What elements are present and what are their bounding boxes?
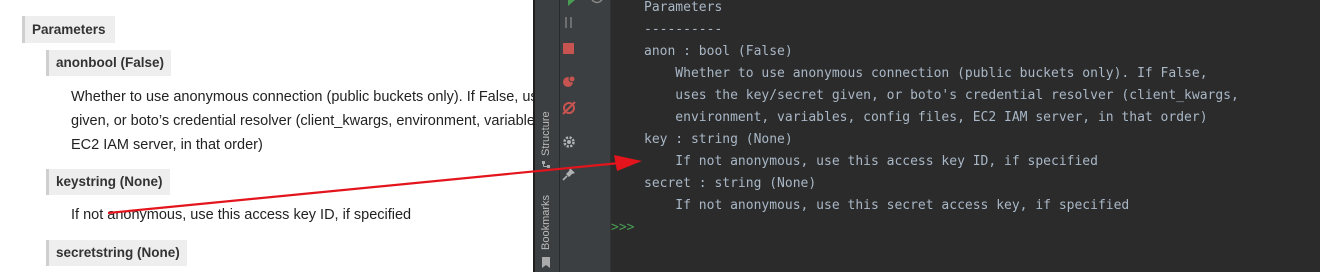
structure-tab[interactable]: Structure bbox=[540, 111, 552, 156]
console-line: uses the key/secret given, or boto's cre… bbox=[644, 88, 1239, 103]
bookmark-icon bbox=[542, 257, 550, 268]
documentation-panel: Parameters anonbool (False) Whether to u… bbox=[0, 0, 533, 272]
stop-icon[interactable] bbox=[562, 42, 576, 56]
console-line: secret : string (None) bbox=[644, 176, 817, 191]
pause-icon[interactable] bbox=[562, 16, 576, 30]
settings-gear-icon[interactable] bbox=[561, 134, 577, 150]
param-anon-desc-line-2: given, or boto’s credential resolver (cl… bbox=[71, 113, 533, 129]
structure-icon bbox=[542, 161, 550, 168]
param-anon-desc-line-1: Whether to use anonymous connection (pub… bbox=[71, 89, 533, 105]
param-secret-label: secretstring (None) bbox=[46, 240, 187, 266]
mute-breakpoints-icon[interactable] bbox=[561, 100, 577, 116]
param-anon-desc-line-3: EC2 IAM server, in that order) bbox=[71, 137, 263, 153]
console-line: Parameters bbox=[644, 0, 723, 15]
console-line: If not anonymous, use this secret access… bbox=[644, 198, 1130, 213]
console-line: environment, variables, config files, EC… bbox=[644, 110, 1208, 125]
ide-panel: Structure Bookmarks Parameters ---------… bbox=[533, 0, 1320, 272]
bookmarks-tab[interactable]: Bookmarks bbox=[540, 195, 552, 250]
console-line: key : string (None) bbox=[644, 132, 793, 147]
console-prompt[interactable]: >>> bbox=[611, 220, 634, 235]
console-line: Whether to use anonymous connection (pub… bbox=[644, 66, 1208, 81]
param-anon-label: anonbool (False) bbox=[46, 50, 171, 76]
bookmarks-tab-label: Bookmarks bbox=[540, 194, 552, 250]
run-toolbar bbox=[560, 0, 611, 272]
view-breakpoints-icon[interactable] bbox=[561, 74, 577, 90]
python-console-output[interactable]: Parameters ---------- anon : bool (False… bbox=[611, 0, 1320, 272]
side-tool-strip: Structure Bookmarks bbox=[535, 0, 560, 272]
rerun-icon[interactable] bbox=[562, 0, 578, 8]
console-line: ---------- bbox=[644, 22, 723, 37]
param-key-desc: If not anonymous, use this access key ID… bbox=[71, 207, 412, 223]
pin-tab-icon[interactable] bbox=[561, 166, 577, 182]
collapse-arrow-icon[interactable] bbox=[591, 0, 603, 8]
console-line: anon : bool (False) bbox=[644, 44, 793, 59]
console-line: If not anonymous, use this access key ID… bbox=[644, 154, 1098, 169]
parameters-heading: Parameters bbox=[22, 16, 115, 43]
param-key-label: keystring (None) bbox=[46, 169, 170, 195]
structure-tab-label: Structure bbox=[540, 111, 552, 156]
